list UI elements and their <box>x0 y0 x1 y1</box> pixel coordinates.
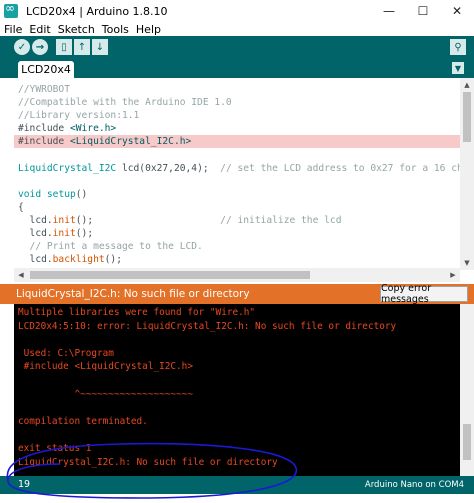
magnifier-icon: ⚲ <box>454 41 462 53</box>
console-line: LiquidCrystal_I2C.h: No such file or dir… <box>18 456 278 468</box>
status-bar: 19 Arduino Nano on COM4 <box>0 476 474 494</box>
menu-file[interactable]: File <box>4 23 22 36</box>
code-line: void setup() <box>18 188 87 201</box>
code-token: lcd(0x27,20,4); <box>116 162 221 174</box>
editor-vertical-scrollbar[interactable]: ▲ ▼ <box>460 78 474 270</box>
new-file-icon: ▯ <box>61 41 67 53</box>
code-token: lcd. <box>18 254 53 266</box>
error-message: LiquidCrystal_I2C.h: No such file or dir… <box>16 288 250 300</box>
window-controls: — ☐ ✕ <box>372 0 474 22</box>
code-token: backlight <box>52 254 105 266</box>
code-line: //Compatible with the Arduino IDE 1.0 <box>18 96 232 109</box>
code-token: void <box>18 188 42 200</box>
scroll-thumb[interactable] <box>30 271 310 279</box>
arrow-up-icon: ↑ <box>77 41 87 53</box>
code-line: // Print a message to the LCD. <box>18 240 203 253</box>
window-title: LCD20x4 | Arduino 1.8.10 <box>26 4 168 18</box>
console-line: ^~~~~~~~~~~~~~~~~~~~~ <box>18 388 193 400</box>
code-token: (); <box>104 254 122 266</box>
code-token: // set the LCD address to 0x27 for a 16 … <box>220 162 474 174</box>
menu-bar: File Edit Sketch Tools Help <box>0 22 474 36</box>
code-token: () <box>75 188 88 200</box>
tab-lcd20x4[interactable]: LCD20x4 <box>18 61 74 78</box>
code-token: init <box>52 228 76 240</box>
close-button[interactable]: ✕ <box>440 0 474 22</box>
arrow-right-icon: → <box>35 41 45 53</box>
console-line: LCD20x4:5:10: error: LiquidCrystal_I2C.h… <box>18 320 397 332</box>
console-output[interactable]: Multiple libraries were found for "Wire.… <box>14 304 460 476</box>
code-token: //YWROBOT <box>18 84 70 95</box>
code-line: { <box>18 201 24 214</box>
editor-horizontal-scrollbar[interactable]: ◀ ▶ <box>14 268 460 282</box>
scroll-thumb[interactable] <box>463 92 471 142</box>
minimize-button[interactable]: — <box>372 0 406 22</box>
console-line: compilation terminated. <box>18 415 148 427</box>
menu-edit[interactable]: Edit <box>29 23 50 36</box>
menu-help[interactable]: Help <box>136 23 161 36</box>
scroll-left-icon[interactable]: ◀ <box>14 268 28 282</box>
code-line: lcd.backlight(); <box>18 253 122 266</box>
save-button[interactable]: ↓ <box>92 39 108 55</box>
code-token: #include <box>18 123 70 135</box>
toolbar: ✓ → ▯ ↑ ↓ ⚲ <box>0 36 474 58</box>
code-token: <LiquidCrystal_I2C.h> <box>69 136 192 148</box>
code-line: //Library version:1.1 <box>18 109 139 122</box>
code-token: lcd. <box>18 228 53 240</box>
menu-sketch[interactable]: Sketch <box>58 23 95 36</box>
code-token: #include <box>18 136 70 148</box>
serial-monitor-button[interactable]: ⚲ <box>450 39 466 55</box>
chevron-down-icon: ▼ <box>454 63 462 73</box>
verify-button[interactable]: ✓ <box>14 39 30 55</box>
scroll-up-icon[interactable]: ▲ <box>460 78 474 92</box>
tab-strip: LCD20x4 ▼ <box>0 58 474 78</box>
console-line: #include <LiquidCrystal_I2C.h> <box>18 361 193 373</box>
code-token: (); <box>75 228 94 240</box>
arduino-logo-icon <box>4 1 18 18</box>
scroll-down-icon[interactable]: ▼ <box>460 256 474 270</box>
code-line: //YWROBOT <box>18 83 70 96</box>
code-line: #include <Wire.h> <box>18 122 116 135</box>
error-status-bar: LiquidCrystal_I2C.h: No such file or dir… <box>0 283 474 305</box>
code-line: LiquidCrystal_I2C lcd(0x27,20,4); // set… <box>18 162 474 175</box>
copy-error-messages-button[interactable]: Copy error messages <box>380 283 468 305</box>
code-token: //Compatible with the Arduino IDE 1.0 <box>18 97 232 109</box>
code-token: lcd. <box>18 215 53 226</box>
open-button[interactable]: ↑ <box>74 39 90 55</box>
console-line: Used: C:\Program <box>18 347 114 359</box>
code-editor[interactable]: //YWROBOT //Compatible with the Arduino I… <box>0 78 474 270</box>
console-scrollbar[interactable] <box>460 304 474 476</box>
console-line: exit status 1 <box>18 443 92 454</box>
code-token: init <box>52 215 76 226</box>
code-line: lcd.init(); // initialize the lcd <box>18 214 342 227</box>
maximize-button[interactable]: ☐ <box>406 0 440 22</box>
code-token: //Library version:1.1 <box>18 110 140 122</box>
menu-tools[interactable]: Tools <box>102 23 129 36</box>
code-token: <Wire.h> <box>69 123 117 135</box>
code-token: (); <box>75 215 221 226</box>
code-token: LiquidCrystal_I2C <box>18 162 117 174</box>
tab-menu-button[interactable]: ▼ <box>452 62 464 74</box>
line-number: 19 <box>18 479 31 490</box>
scroll-thumb[interactable] <box>463 424 471 460</box>
upload-button[interactable]: → <box>32 39 48 55</box>
title-bar: LCD20x4 | Arduino 1.8.10 — ☐ ✕ <box>0 0 474 22</box>
code-token: // initialize the lcd <box>220 215 342 226</box>
code-line: lcd.init(); <box>18 227 94 240</box>
code-token: // Print a message to the LCD. <box>18 241 203 253</box>
console-line: Multiple libraries were found for "Wire.… <box>18 307 256 318</box>
code-token: { <box>18 201 24 213</box>
code-token: setup <box>46 188 76 200</box>
code-line: #include <LiquidCrystal_I2C.h> <box>18 135 191 148</box>
check-icon: ✓ <box>17 41 27 53</box>
arrow-down-icon: ↓ <box>95 41 105 53</box>
new-button[interactable]: ▯ <box>56 39 72 55</box>
scroll-right-icon[interactable]: ▶ <box>446 268 460 282</box>
board-port-label: Arduino Nano on COM4 <box>364 480 464 490</box>
